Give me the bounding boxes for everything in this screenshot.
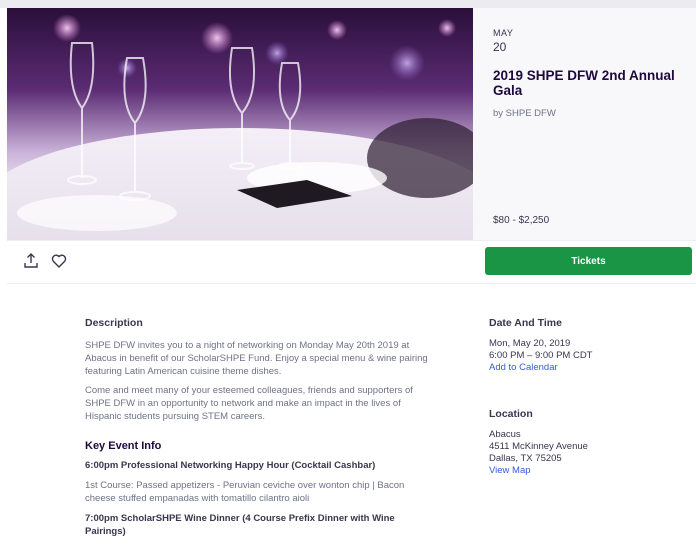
key-event-item-1-detail: 1st Course: Passed appetizers - Peruvian… [85,480,405,504]
description-heading: Description [85,317,143,329]
event-info-panel: MAY 20 2019 SHPE DFW 2nd Annual Gala by … [473,8,696,240]
event-time: 6:00 PM – 9:00 PM CDT [489,350,593,361]
sidebar-details: Date And Time Mon, May 20, 2019 6:00 PM … [489,282,689,477]
share-icon[interactable] [22,252,40,270]
description-section: Description SHPE DFW invites you to a ni… [85,282,430,538]
hero-illustration [7,14,473,240]
event-details: Description SHPE DFW invites you to a ni… [0,282,696,553]
key-event-info-heading: Key Event Info [85,440,162,452]
event-day: 20 [493,40,507,54]
event-hero-image [7,8,473,240]
description-paragraph-2: Come and meet many of your esteemed coll… [85,385,413,422]
description-paragraph-1: SHPE DFW invites you to a night of netwo… [85,340,428,377]
add-to-calendar-link[interactable]: Add to Calendar [489,362,689,374]
tickets-button[interactable]: Tickets [485,247,692,275]
key-event-item-2: 7:00pm ScholarSHPE Wine Dinner (4 Course… [85,513,395,537]
venue-city: Dallas, TX 75205 [489,453,562,464]
heart-icon[interactable] [50,252,68,270]
date-time-heading: Date And Time [489,317,562,329]
venue-name: Abacus [489,429,521,440]
event-date: Mon, May 20, 2019 [489,338,571,349]
view-map-link[interactable]: View Map [489,465,689,477]
event-month: MAY [493,28,514,38]
venue-street: 4511 McKinney Avenue [489,441,588,452]
event-title: 2019 SHPE DFW 2nd Annual Gala [493,68,675,98]
location-heading: Location [489,408,533,420]
action-bar: Tickets [7,240,696,284]
event-price: $80 - $2,250 [493,215,550,226]
top-strip [0,0,696,8]
key-event-item-1: 6:00pm Professional Networking Happy Hou… [85,460,376,471]
event-organizer: by SHPE DFW [493,108,556,119]
